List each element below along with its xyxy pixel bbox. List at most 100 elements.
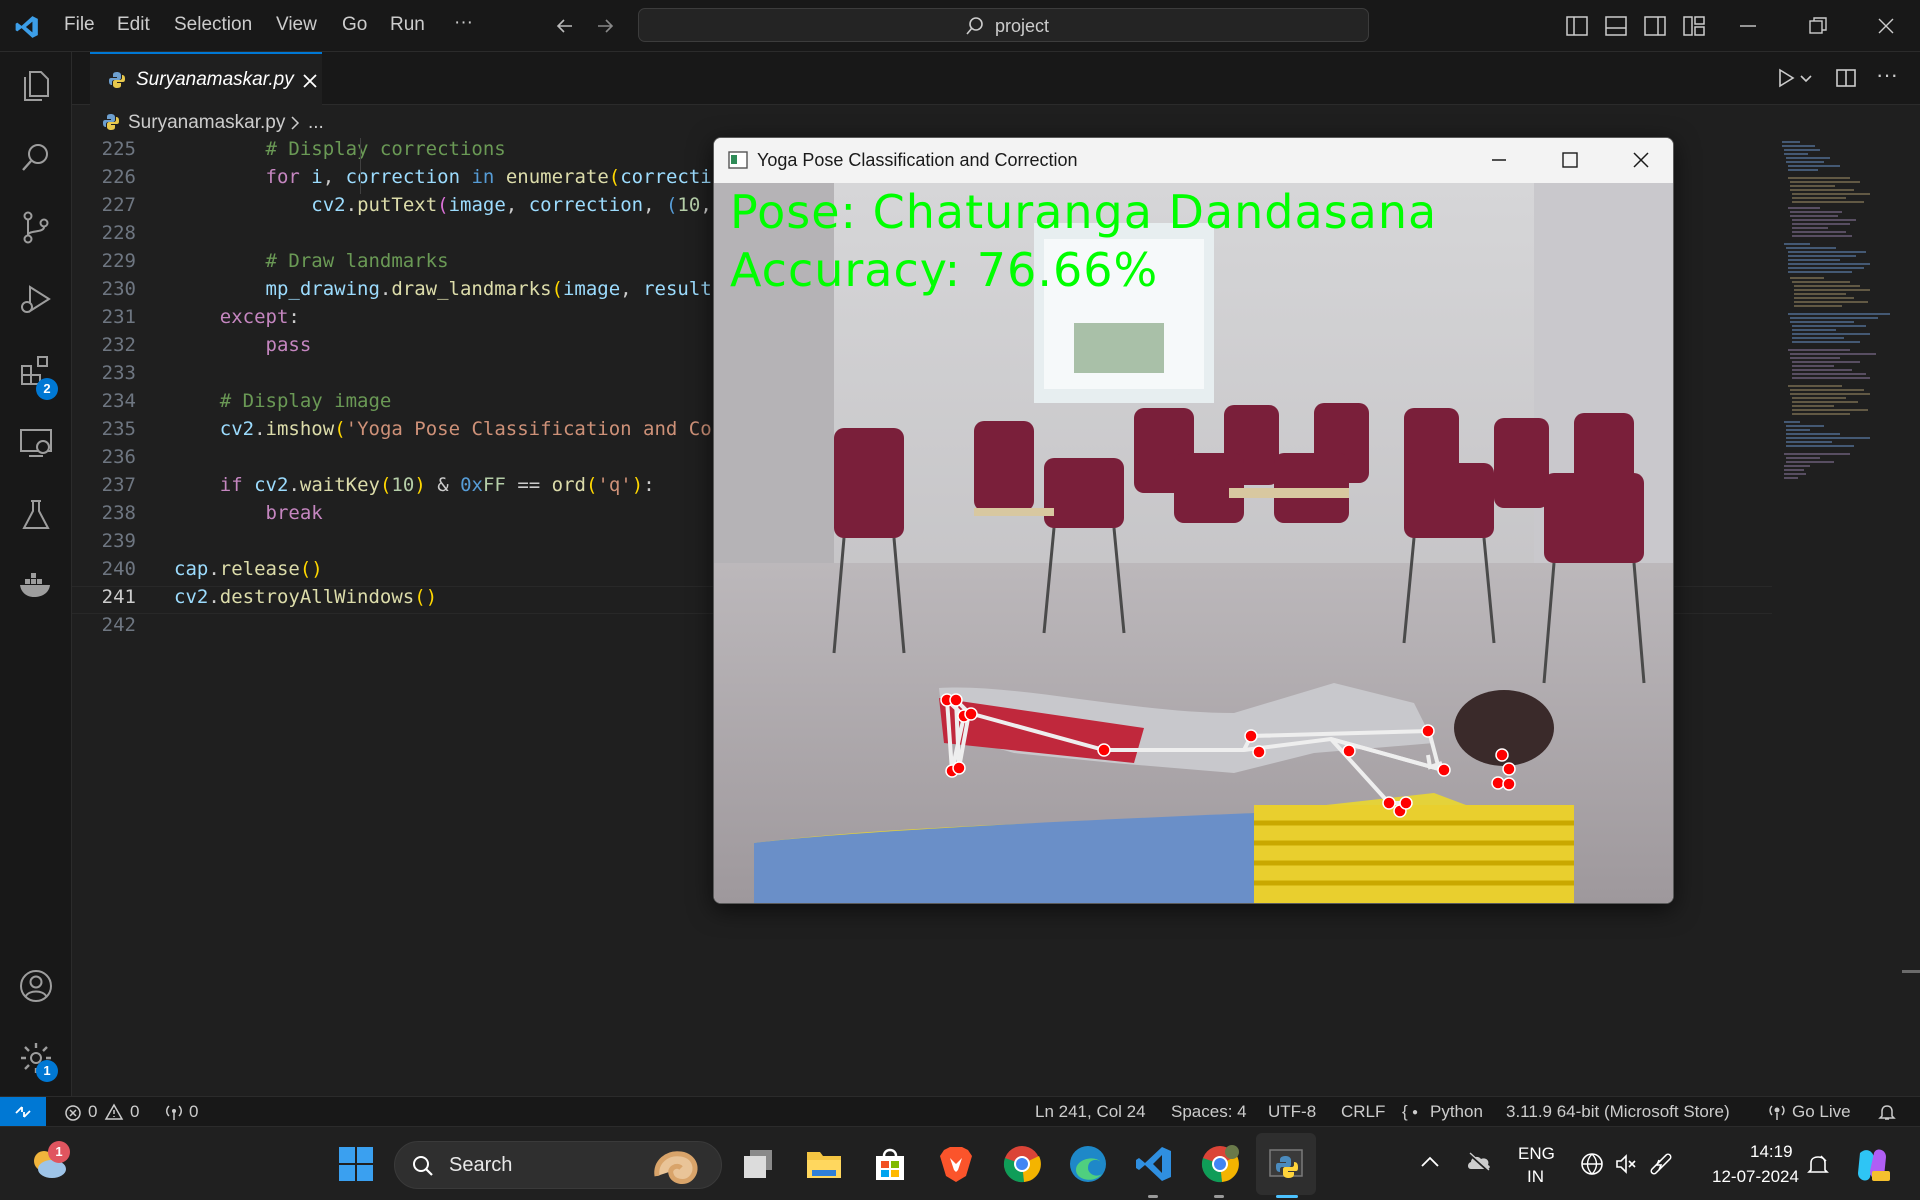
close-icon[interactable] xyxy=(1876,16,1896,36)
tab-label: Suryanamaskar.py xyxy=(136,69,294,90)
notifications-bell-icon[interactable] xyxy=(1878,1103,1896,1121)
notification-center-icon[interactable] xyxy=(1806,1153,1830,1177)
show-hidden-icons-chevron-icon[interactable] xyxy=(1420,1155,1440,1169)
vscode-running-indicator xyxy=(1148,1195,1158,1198)
end-of-line[interactable]: CRLF xyxy=(1341,1102,1385,1122)
file-explorer-icon[interactable] xyxy=(804,1144,844,1184)
error-count[interactable]: 0 xyxy=(88,1102,97,1122)
toggle-secondary-sidebar-icon[interactable] xyxy=(1644,16,1666,36)
toggle-panel-icon[interactable] xyxy=(1605,16,1627,36)
forward-arrow-icon[interactable] xyxy=(594,15,616,37)
python-interpreter[interactable]: 3.11.9 64-bit (Microsoft Store) xyxy=(1506,1102,1730,1122)
taskbar-search[interactable]: Search xyxy=(394,1141,722,1189)
microsoft-store-icon[interactable] xyxy=(870,1144,910,1184)
line-number: 232 xyxy=(101,334,136,356)
python-app-icon[interactable] xyxy=(1266,1144,1306,1184)
back-arrow-icon[interactable] xyxy=(554,15,576,37)
start-windows-icon[interactable] xyxy=(336,1144,376,1184)
search-icon xyxy=(413,1156,433,1176)
battery-charging-icon[interactable] xyxy=(1648,1151,1674,1175)
brave-browser-icon[interactable] xyxy=(936,1144,976,1184)
landmark-point xyxy=(949,693,963,707)
customize-layout-icon[interactable] xyxy=(1683,16,1705,36)
warning-count[interactable]: 0 xyxy=(130,1102,139,1122)
clock-time[interactable]: 14:19 xyxy=(1750,1142,1793,1162)
command-center-search[interactable]: project xyxy=(638,8,1369,42)
volume-muted-icon[interactable] xyxy=(1614,1152,1638,1176)
opencv-preview-window[interactable]: Yoga Pose Classification and Correction xyxy=(713,137,1674,904)
docker-icon[interactable] xyxy=(17,566,55,604)
python-file-icon xyxy=(109,72,125,88)
run-dropdown-chevron-icon[interactable] xyxy=(1800,74,1812,84)
vscode-taskbar-icon[interactable] xyxy=(1134,1144,1174,1184)
menu-edit[interactable]: Edit xyxy=(117,14,150,36)
source-control-icon[interactable] xyxy=(17,208,55,246)
breadcrumb-symbol[interactable]: ... xyxy=(308,112,324,134)
line-number: 225 xyxy=(101,138,136,160)
menu-selection[interactable]: Selection xyxy=(174,14,252,36)
menu-run[interactable]: Run xyxy=(390,14,425,36)
tab-suryanamaskar[interactable]: Suryanamaskar.py xyxy=(90,52,322,105)
cursor-position[interactable]: Ln 241, Col 24 xyxy=(1035,1102,1146,1122)
search-view-icon[interactable] xyxy=(17,138,55,176)
accounts-icon[interactable] xyxy=(17,967,55,1005)
menu-go[interactable]: Go xyxy=(342,14,367,36)
landmark-point xyxy=(1342,744,1356,758)
landmark-point xyxy=(1502,762,1516,776)
code-text: cv2.imshow('Yoga Pose Classification and… xyxy=(219,418,712,440)
landmark-point xyxy=(1502,777,1516,791)
encoding[interactable]: UTF-8 xyxy=(1268,1102,1316,1122)
toggle-primary-sidebar-icon[interactable] xyxy=(1566,16,1588,36)
network-globe-icon[interactable] xyxy=(1580,1152,1604,1176)
task-view-icon[interactable] xyxy=(740,1144,780,1184)
search-placeholder: Search xyxy=(449,1154,513,1176)
landmark-point xyxy=(1491,776,1505,790)
chrome-profile-icon[interactable] xyxy=(1200,1144,1240,1184)
menu-file[interactable]: File xyxy=(64,14,95,36)
minimap[interactable] xyxy=(1780,138,1900,638)
ports-count[interactable]: 0 xyxy=(189,1102,198,1122)
line-number: 241 xyxy=(101,586,136,608)
chrome-icon[interactable] xyxy=(1002,1144,1042,1184)
split-editor-icon[interactable] xyxy=(1836,68,1856,88)
explorer-icon[interactable] xyxy=(17,66,55,104)
remote-explorer-icon[interactable] xyxy=(17,424,55,462)
opencv-window-titlebar[interactable]: Yoga Pose Classification and Correction xyxy=(714,138,1673,183)
cv-maximize-icon[interactable] xyxy=(1561,151,1579,169)
testing-icon[interactable] xyxy=(17,496,55,534)
copilot-icon[interactable] xyxy=(1852,1145,1892,1185)
menu-view[interactable]: View xyxy=(276,14,317,36)
indentation[interactable]: Spaces: 4 xyxy=(1171,1102,1247,1122)
tab-close-icon[interactable] xyxy=(302,73,318,89)
accuracy-label: Accuracy: 76.66% xyxy=(730,243,1159,297)
line-number: 228 xyxy=(101,222,136,244)
input-language[interactable]: ENG xyxy=(1518,1144,1555,1164)
breadcrumb-file[interactable]: Suryanamaskar.py xyxy=(128,112,285,134)
line-number: 239 xyxy=(101,530,136,552)
cv-close-icon[interactable] xyxy=(1632,151,1650,169)
input-region[interactable]: IN xyxy=(1527,1167,1544,1187)
search-icon xyxy=(966,17,983,35)
cv-minimize-icon[interactable] xyxy=(1490,152,1508,168)
run-and-debug-icon[interactable] xyxy=(17,280,55,318)
code-text: cap.release() xyxy=(174,558,323,580)
language-braces-icon: { xyxy=(1402,1102,1408,1121)
camera-frame: Pose: Chaturanga Dandasana Accuracy: 76.… xyxy=(714,183,1673,903)
edge-browser-icon[interactable] xyxy=(1068,1144,1108,1184)
go-live-button[interactable]: Go Live xyxy=(1792,1102,1851,1122)
line-number: 230 xyxy=(101,278,136,300)
code-text: #​ Draw landmarks xyxy=(265,250,449,272)
editor-more-actions-button[interactable]: ··· xyxy=(1876,62,1898,88)
language-mode[interactable]: Python xyxy=(1430,1102,1483,1122)
onedrive-offline-icon[interactable] xyxy=(1466,1151,1492,1173)
code-text: if cv2.waitKey(10) & 0xFF == ord('q'): xyxy=(219,474,655,496)
line-number: 240 xyxy=(101,558,136,580)
menu-more-button[interactable]: ··· xyxy=(454,12,473,34)
clock-date[interactable]: 12-07-2024 xyxy=(1712,1167,1799,1187)
run-python-file-icon[interactable] xyxy=(1776,68,1796,88)
restore-icon[interactable] xyxy=(1808,16,1828,36)
code-text: cv2.putText(image, correction, (10, xyxy=(311,194,712,216)
scrollbar-position-marker[interactable] xyxy=(1902,970,1920,973)
remote-indicator[interactable] xyxy=(0,1097,46,1127)
minimize-icon[interactable] xyxy=(1738,18,1758,34)
